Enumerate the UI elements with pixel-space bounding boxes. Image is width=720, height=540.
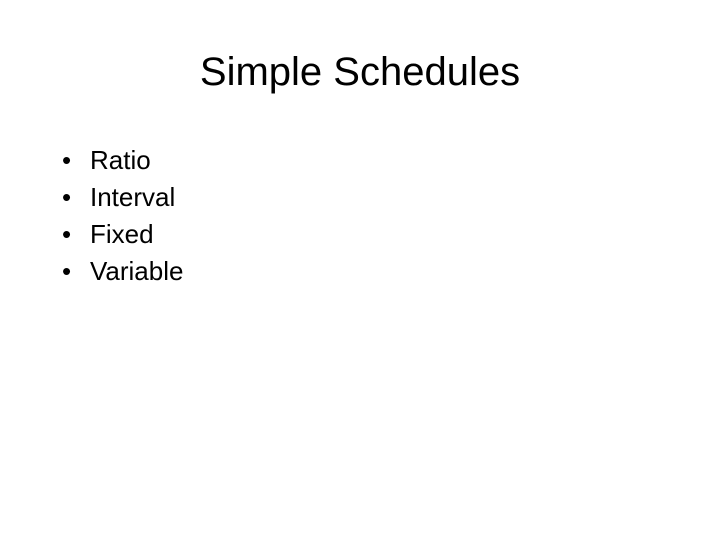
slide: Simple Schedules • Ratio • Interval • Fi… xyxy=(0,0,720,540)
list-item: • Interval xyxy=(62,180,720,215)
bullet-icon: • xyxy=(62,254,90,289)
bullet-text: Variable xyxy=(90,254,183,289)
bullet-text: Fixed xyxy=(90,217,154,252)
list-item: • Fixed xyxy=(62,217,720,252)
list-item: • Ratio xyxy=(62,143,720,178)
bullet-icon: • xyxy=(62,217,90,252)
slide-title: Simple Schedules xyxy=(0,50,720,95)
bullet-icon: • xyxy=(62,180,90,215)
bullet-text: Interval xyxy=(90,180,175,215)
bullet-icon: • xyxy=(62,143,90,178)
bullet-list: • Ratio • Interval • Fixed • Variable xyxy=(0,143,720,289)
list-item: • Variable xyxy=(62,254,720,289)
bullet-text: Ratio xyxy=(90,143,151,178)
